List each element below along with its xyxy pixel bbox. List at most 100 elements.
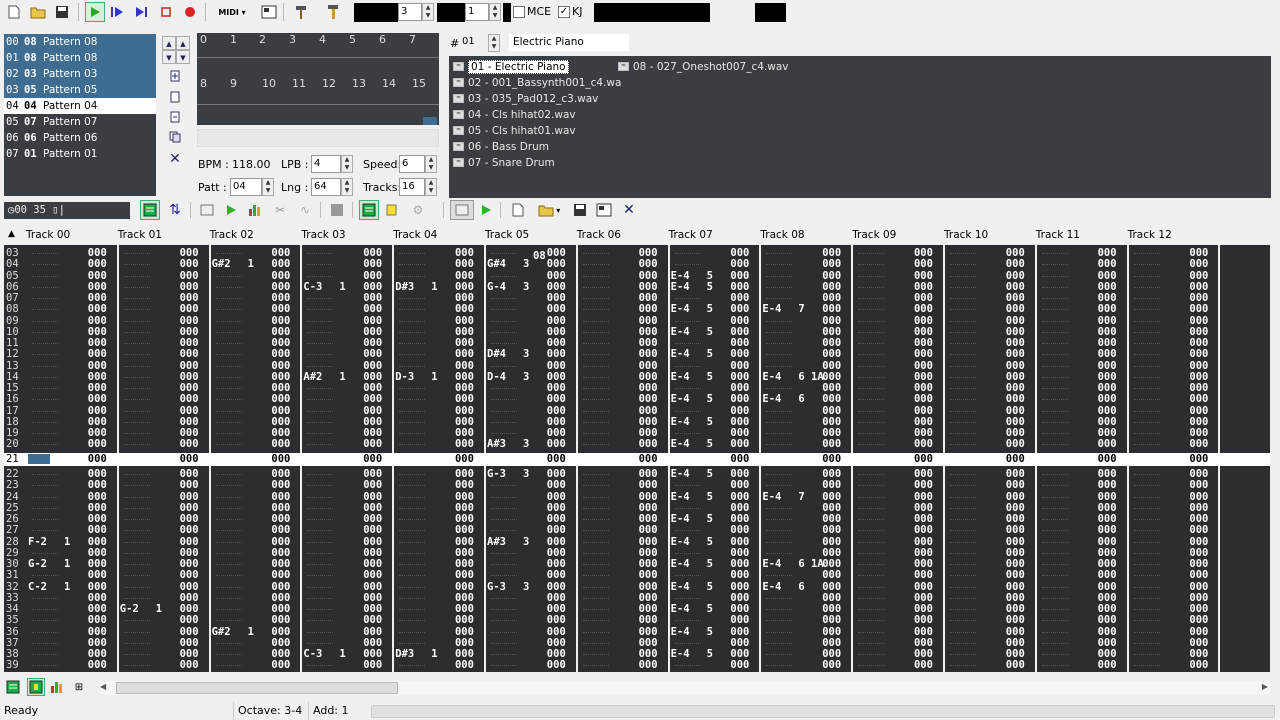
pattern-cell[interactable]: 000 <box>212 570 300 581</box>
pattern-cell[interactable]: 000 <box>762 480 850 491</box>
pattern-cell[interactable]: 000 <box>946 480 1034 491</box>
pattern-cell[interactable]: 000 <box>1130 349 1218 360</box>
instrument-stepper[interactable]: ▲ ▼ <box>488 34 500 52</box>
pattern-cell[interactable]: 000 <box>120 454 208 465</box>
pattern-row[interactable]: 12 000 000 000 000 000 D#4 3 000 000 E-4 5 000 000 000… <box>4 349 1270 360</box>
pattern-cell[interactable]: G#4 3 08 000 <box>487 251 575 270</box>
pattern-cell[interactable]: 000 <box>946 394 1034 405</box>
pattern-cell[interactable]: 000 <box>1130 439 1218 450</box>
pattern-cell[interactable]: 000 <box>212 581 300 593</box>
pattern-cell[interactable]: 000 <box>579 615 667 626</box>
pattern-cell[interactable]: 000 <box>120 570 208 581</box>
pattern-cell[interactable]: 000 <box>1038 626 1126 638</box>
instrument-item[interactable]: ≈03 - 035_Pad012_c3.wav <box>453 91 598 106</box>
delete-instrument-icon[interactable]: ✕ <box>619 200 639 220</box>
pattern-cell[interactable]: 000 <box>487 660 575 671</box>
pattern-cell[interactable]: 000 <box>303 536 391 548</box>
mixer-icon[interactable] <box>245 200 265 220</box>
pattern-cell[interactable]: 000 <box>487 405 575 417</box>
pattern-cell[interactable]: 000 <box>946 349 1034 360</box>
pattern-cell[interactable]: 000 <box>762 660 850 671</box>
pattern-cell[interactable]: 000 <box>854 480 942 491</box>
pattern-sequence-list[interactable]: 00 08 Pattern 08 01 08 Pattern 08 02 03 Pattern … <box>4 34 156 196</box>
pattern-cell[interactable]: 000 <box>854 536 942 548</box>
pattern-cell[interactable]: 000 <box>854 360 942 372</box>
track-header[interactable]: Track 06 <box>577 229 621 241</box>
pattern-cell[interactable]: 000 <box>579 536 667 548</box>
pattern-cell[interactable]: 000 <box>854 626 942 638</box>
pattern-cell[interactable]: 000 <box>303 259 391 270</box>
swap-icon[interactable]: ⇅ <box>165 200 185 220</box>
pattern-cell[interactable]: 000 <box>579 480 667 491</box>
pattern-cell[interactable]: 000 <box>120 581 208 593</box>
scrollbar-thumb[interactable] <box>116 682 398 694</box>
pattern-cell[interactable]: 000 <box>1038 525 1126 536</box>
instrument-item[interactable]: ≈07 - Snare Drum <box>453 155 555 170</box>
pattern-cell[interactable]: 000 <box>1130 626 1218 638</box>
pattern-cell[interactable]: 000 <box>854 270 942 282</box>
pattern-cell[interactable]: 000 <box>212 360 300 372</box>
rec-notes-icon[interactable] <box>382 200 402 220</box>
pattern-cell[interactable]: 000 <box>946 405 1034 417</box>
pattern-cell[interactable]: 000 <box>579 660 667 671</box>
instrument-item[interactable]: ≈02 - 001_Bassynth001_c4.wa <box>453 75 621 90</box>
open-folder-icon[interactable] <box>28 2 48 22</box>
pattern-cell[interactable]: 000 <box>579 315 667 327</box>
pattern-cell[interactable]: 000 <box>671 570 759 581</box>
pattern-cell[interactable]: 000 <box>120 439 208 450</box>
pattern-cell[interactable]: 000 <box>1130 394 1218 405</box>
pattern-cell[interactable]: 000 <box>212 480 300 491</box>
pattern-cell[interactable]: 000 <box>762 454 850 465</box>
pattern-cell[interactable]: 000 <box>120 304 208 315</box>
wave-editor-icon[interactable] <box>450 200 474 220</box>
pattern-cell[interactable]: 000 <box>762 259 850 270</box>
pattern-cell[interactable]: C-2 1 000 <box>28 581 116 593</box>
pattern-cell[interactable]: 000 <box>762 536 850 548</box>
pattern-cell[interactable]: 000 <box>303 304 391 315</box>
pattern-cell[interactable]: 000 <box>212 405 300 417</box>
pattern-cell[interactable]: 000 <box>303 454 391 465</box>
pattern-cell[interactable]: 000 <box>762 360 850 372</box>
track-header[interactable]: Track 08 <box>760 229 804 241</box>
pattern-cell[interactable]: 000 <box>487 570 575 581</box>
pattern-cell[interactable]: G-3 3 000 <box>487 581 575 593</box>
play-sample-icon[interactable] <box>476 200 496 220</box>
pattern-cell[interactable]: 000 <box>762 626 850 638</box>
pattern-cell[interactable]: 000 <box>303 615 391 626</box>
pattern-list-item[interactable]: 05 07 Pattern 07 <box>4 114 156 130</box>
pattern-cell[interactable]: 000 <box>1130 480 1218 491</box>
pattern-list-item[interactable]: 02 03 Pattern 03 <box>4 66 156 82</box>
pattern-row[interactable]: 35 000 000 000 000 000 000 000 000 000 000 000 000 00… <box>4 615 1270 626</box>
pattern-cell[interactable]: 000 <box>854 405 942 417</box>
pattern-cell[interactable]: 000 <box>762 615 850 626</box>
pattern-cell[interactable]: 000 <box>671 405 759 417</box>
pattern-cell[interactable]: 000 <box>946 570 1034 581</box>
lpb-value[interactable]: 4 <box>311 155 341 173</box>
pattern-cell[interactable]: 000 <box>671 259 759 270</box>
pattern-cell[interactable]: 000 <box>1038 304 1126 315</box>
patt-stepper[interactable]: ▲ ▼ <box>262 178 274 196</box>
horizontal-scrollbar[interactable]: ◀ ▶ <box>100 681 1270 695</box>
scroll-up-icon-2[interactable]: ▲ <box>176 36 190 50</box>
scroll-down-icon[interactable]: ▼ <box>162 50 176 64</box>
pattern-cell[interactable]: 000 <box>487 304 575 315</box>
pattern-cell[interactable]: 000 <box>212 394 300 405</box>
track-header[interactable]: Track 11 <box>1036 229 1080 241</box>
pattern-list-item[interactable]: 01 08 Pattern 08 <box>4 50 156 66</box>
delete-pattern-icon[interactable]: ✕ <box>168 152 182 166</box>
load-instrument-icon[interactable]: ▾ <box>532 200 566 220</box>
scroll-right-icon[interactable]: ▶ <box>1262 682 1268 691</box>
pattern-cell[interactable]: 000 <box>854 615 942 626</box>
save-icon[interactable] <box>52 2 72 22</box>
pattern-cell[interactable]: E-4 5 000 <box>671 536 759 548</box>
pattern-cell[interactable]: 000 <box>1038 491 1126 503</box>
pattern-cell[interactable]: 000 <box>1038 394 1126 405</box>
pattern-cell[interactable]: 000 <box>303 360 391 372</box>
pattern-cell[interactable]: 000 <box>212 439 300 450</box>
pattern-cell[interactable]: 000 <box>303 480 391 491</box>
pattern-cell[interactable]: 000 <box>579 525 667 536</box>
pattern-cell[interactable]: 000 <box>120 525 208 536</box>
pattern-cell[interactable]: 000 <box>212 304 300 315</box>
pattern-cell[interactable]: 000 <box>671 360 759 372</box>
pattern-cell[interactable]: D#4 3 000 <box>487 349 575 360</box>
